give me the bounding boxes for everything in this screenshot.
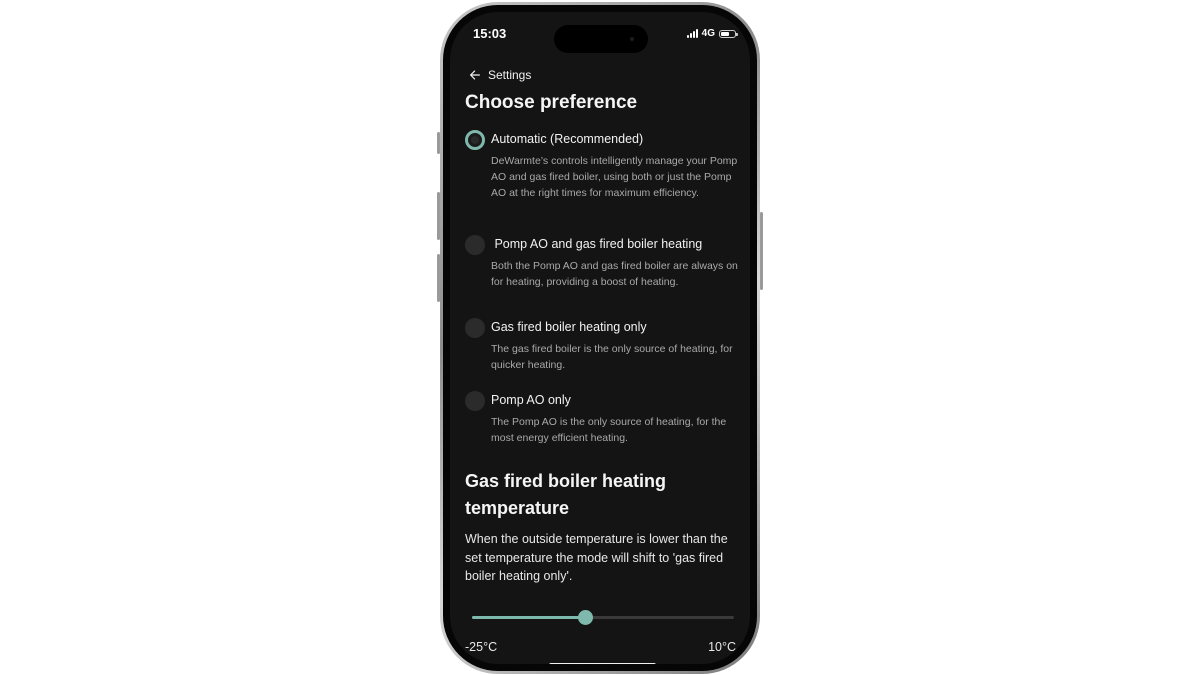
- network-type: 4G: [701, 28, 715, 39]
- status-indicators: 4G: [686, 28, 738, 39]
- option-label: Pomp AO only: [491, 393, 571, 407]
- radio-button[interactable]: [465, 318, 485, 338]
- option-description: The Pomp AO is the only source of heatin…: [491, 416, 727, 444]
- home-indicator[interactable]: [549, 663, 656, 664]
- status-time: 15:03: [473, 26, 507, 41]
- option-description: DeWarmte’s controls intelligently manage…: [491, 155, 738, 199]
- option-label: Automatic (Recommended): [491, 132, 644, 146]
- back-button[interactable]: Settings: [468, 68, 531, 82]
- dynamic-island: [554, 25, 648, 53]
- option-label: Gas fired boiler heating only: [491, 320, 647, 334]
- arrow-left-icon: [470, 70, 480, 80]
- battery-icon: [719, 29, 738, 38]
- app-screen: 15:03 4G Settings Choose preference Auto…: [450, 12, 750, 664]
- section-title: Gas fired boiler heating temperature: [465, 471, 667, 518]
- signal-icon: [686, 29, 698, 38]
- option-description: Both the Pomp AO and gas fired boiler ar…: [491, 260, 738, 288]
- radio-button[interactable]: [465, 130, 485, 150]
- temperature-slider[interactable]: [472, 610, 734, 626]
- slider-max-label: 10°C: [708, 640, 736, 654]
- section-description: When the outside temperature is lower th…: [465, 532, 728, 583]
- slider-thumb[interactable]: [577, 610, 593, 625]
- slider-min-label: -25°C: [465, 640, 498, 654]
- back-label: Settings: [488, 68, 532, 82]
- radio-button[interactable]: [465, 235, 485, 255]
- page-title: Choose preference: [465, 92, 638, 113]
- option-label: Pomp AO and gas fired boiler heating: [491, 237, 703, 251]
- option-description: The gas fired boiler is the only source …: [491, 343, 733, 371]
- radio-button[interactable]: [465, 391, 485, 411]
- slider-fill: [472, 616, 585, 619]
- phone-frame: 15:03 4G Settings Choose preference Auto…: [437, 2, 763, 674]
